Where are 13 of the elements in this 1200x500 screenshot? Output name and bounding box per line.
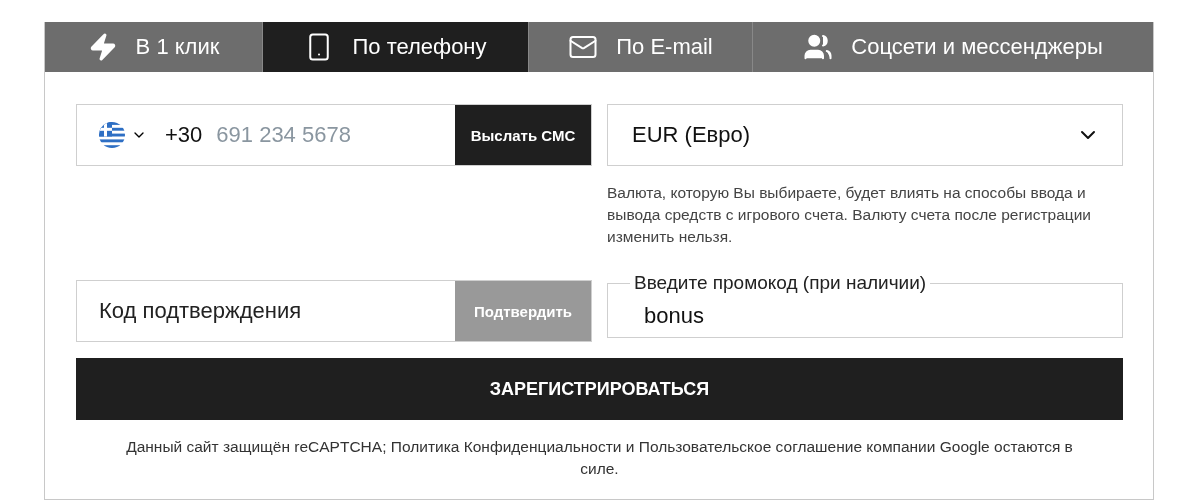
recaptcha-notice: Данный сайт защищён reCAPTCHA; Политика Конфиденциальности и Пользовательское соглашение компании Google остаются в силе.	[125, 437, 1074, 479]
currency-note: Валюта, которую Вы выбираете, будет влиять на способы ввода и вывода средств с игрового счета. Валюту счета после регистрации изменить нельзя.	[607, 183, 1092, 247]
tab[interactable]: По телефону	[263, 22, 529, 72]
currency-select[interactable]: EUR (Евро)	[607, 104, 1123, 166]
promo-code-input[interactable]: bonus	[630, 294, 1122, 337]
phone-number-input[interactable]: 691 234 5678	[202, 105, 455, 165]
field-label: Введите промокод (при наличии)	[633, 272, 928, 294]
people-icon	[803, 32, 834, 62]
country-code: +30	[165, 122, 203, 148]
phone-field[interactable]: +30 691 234 5678 Выслать СМС	[76, 104, 592, 166]
greece-flag-icon	[99, 122, 125, 148]
register-button[interactable]: ЗАРЕГИСТРИРОВАТЬСЯ	[76, 358, 1123, 420]
send-sms-button[interactable]: Выслать СМС	[455, 105, 591, 165]
